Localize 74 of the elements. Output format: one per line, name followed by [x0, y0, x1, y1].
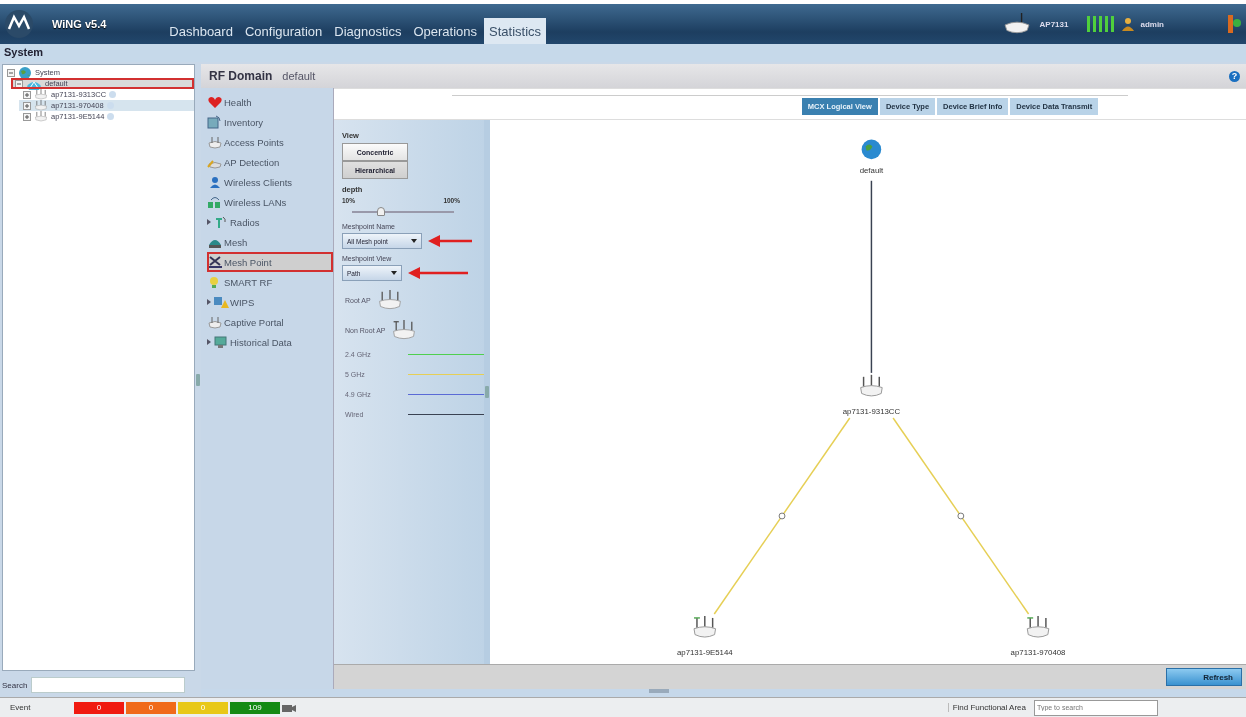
antenna-icon	[213, 215, 229, 229]
globe-icon[interactable]	[861, 139, 882, 160]
access-point-icon	[376, 290, 403, 311]
arrow	[408, 267, 468, 279]
nav-tab[interactable]: Diagnostics	[329, 18, 407, 44]
access-point-icon	[34, 110, 48, 123]
access-point-icon	[207, 315, 223, 329]
menu-item[interactable]: WIPS	[207, 292, 333, 312]
node-label: ap7131-9313CC	[842, 407, 901, 417]
access-point-icon	[34, 99, 48, 112]
find-label: Find Functional Area	[947, 703, 1026, 712]
access-point-icon	[391, 319, 418, 341]
expand-icon[interactable]	[23, 101, 31, 110]
event-label: Event	[10, 703, 32, 712]
network-icon	[207, 195, 223, 209]
logo-icon	[4, 9, 34, 39]
expand-icon[interactable]	[23, 90, 31, 99]
expand-icon[interactable]	[207, 219, 211, 225]
menu-item[interactable]: Captive Portal	[207, 312, 333, 332]
access-point-icon	[207, 135, 223, 149]
person-icon	[207, 175, 223, 189]
shield-icon	[213, 295, 229, 309]
menu-item[interactable]: Mesh	[207, 232, 333, 252]
menu-item[interactable]: Radios	[207, 212, 333, 232]
arrow	[428, 235, 472, 247]
menu-item[interactable]: Wireless Clients	[207, 172, 333, 192]
access-point-icon	[34, 88, 48, 101]
collapse-handle[interactable]	[648, 689, 669, 693]
collapse-handle[interactable]	[196, 373, 200, 386]
user-icon	[1122, 17, 1135, 31]
menu-item[interactable]: AP Detection	[207, 152, 333, 172]
event-count[interactable]: 0	[74, 701, 124, 714]
node-label: default	[859, 165, 884, 175]
menu-item[interactable]: Wireless LANs	[207, 192, 333, 212]
globe-icon	[18, 65, 32, 80]
logout-icon[interactable]	[1226, 13, 1242, 35]
node-label: ap7131-970408	[1010, 648, 1066, 658]
slider-thumb[interactable]	[376, 207, 385, 216]
mesh-point-icon	[207, 255, 223, 269]
search-field[interactable]	[31, 677, 186, 693]
access-point-icon[interactable]	[860, 374, 883, 397]
heart-icon	[207, 95, 223, 109]
collapse-handle[interactable]	[485, 386, 489, 398]
access-point-icon[interactable]	[693, 615, 717, 638]
inventory-icon	[207, 115, 223, 129]
menu-item[interactable]: Health	[207, 92, 333, 112]
camera-icon[interactable]	[282, 702, 296, 713]
event-count[interactable]: 109	[230, 701, 280, 714]
monitor-icon	[213, 335, 229, 349]
refresh-button[interactable]: Refresh	[1166, 668, 1242, 686]
collapse-icon[interactable]	[15, 79, 23, 88]
access-point-icon[interactable]	[1026, 615, 1050, 638]
nav-tab[interactable]: Configuration	[239, 18, 328, 44]
collapse-icon[interactable]	[7, 68, 15, 77]
search-label: Search	[2, 680, 28, 690]
nav-tab[interactable]: Dashboard	[164, 18, 238, 44]
menu-item[interactable]: Historical Data	[207, 332, 333, 352]
help-icon[interactable]: ?	[1229, 70, 1240, 82]
expand-icon[interactable]	[23, 112, 31, 121]
menu-item[interactable]: Mesh Point	[207, 252, 333, 272]
device-name: AP7131	[1039, 19, 1069, 29]
nav-tab[interactable]: Operations	[408, 18, 483, 44]
section-title: System	[4, 46, 44, 58]
domain-name: default	[282, 70, 316, 82]
node-label: ap7131-9E5144	[676, 648, 733, 658]
product-name: WiNG v5.4	[52, 18, 107, 30]
depth-slider[interactable]	[352, 207, 454, 217]
nav-tab[interactable]: Statistics	[484, 18, 547, 44]
menu-item[interactable]: SMART RF	[207, 272, 333, 292]
menu-item[interactable]: Access Points	[207, 132, 333, 152]
signal-bars-icon	[1086, 15, 1117, 33]
menu-item[interactable]: Inventory	[207, 112, 333, 132]
user-name[interactable]: admin	[1140, 19, 1164, 29]
domain-label: RF Domain	[209, 69, 273, 83]
